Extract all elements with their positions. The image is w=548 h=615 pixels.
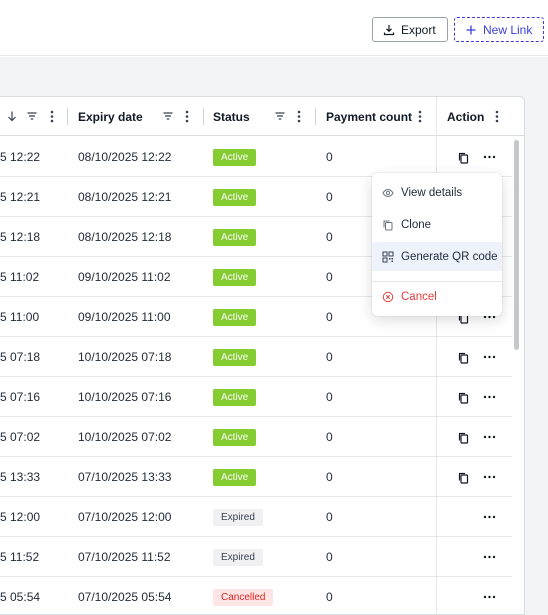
column-menu-icon[interactable] (294, 109, 304, 123)
menu-item-clone[interactable]: Clone (372, 210, 502, 239)
expiry-date-cell: 10/10/2025 07:16 (78, 390, 172, 404)
expiry-date-cell: 08/10/2025 12:22 (78, 150, 172, 164)
column-header-action: Action (447, 109, 485, 124)
status-badge: Active (213, 389, 257, 406)
payment-count-cell: 0 (326, 310, 333, 324)
more-actions-icon[interactable] (482, 471, 496, 483)
export-button[interactable]: Export (372, 17, 448, 42)
menu-item-label: Generate QR code (401, 250, 498, 263)
more-actions-icon[interactable] (482, 431, 496, 443)
sort-descending-icon[interactable] (6, 110, 18, 122)
status-badge: Active (213, 469, 257, 486)
more-actions-icon[interactable] (482, 391, 496, 403)
page-header: Export New Link (0, 0, 548, 56)
column-divider (203, 108, 204, 125)
filter-icon[interactable] (162, 110, 174, 122)
new-link-button[interactable]: New Link (454, 17, 544, 42)
expiry-date-cell: 07/10/2025 13:33 (78, 470, 172, 484)
cancel-circle-icon (382, 291, 394, 302)
plus-icon (466, 25, 476, 34)
expiry-date-cell: 10/10/2025 07:02 (78, 430, 172, 444)
column-menu-icon[interactable] (415, 109, 425, 123)
copy-icon[interactable] (457, 151, 469, 164)
created-date-cell: 5 11:52 (0, 550, 40, 564)
more-actions-icon[interactable] (482, 591, 496, 603)
table-header: Expiry date Status Payment count Action (0, 97, 524, 136)
status-badge: Active (213, 309, 257, 326)
qr-code-icon (382, 251, 394, 262)
copy-icon[interactable] (457, 391, 469, 404)
column-header-expiry-date[interactable]: Expiry date (78, 97, 143, 136)
column-divider (315, 108, 316, 125)
created-date-cell: 5 11:02 (0, 270, 40, 284)
row-actions-menu: View details Clone Generate QR code Canc… (372, 173, 502, 316)
created-date-cell: 5 13:33 (0, 470, 41, 484)
new-link-label: New Link (483, 22, 533, 37)
created-date-cell: 5 12:18 (0, 230, 41, 244)
column-menu-icon[interactable] (182, 109, 192, 123)
created-date-cell: 5 12:00 (0, 510, 41, 524)
more-actions-icon[interactable] (482, 511, 496, 523)
menu-item-label: Cancel (401, 290, 437, 303)
status-badge: Active (213, 229, 257, 246)
created-date-cell: 5 11:00 (0, 310, 40, 324)
created-date-cell: 5 12:21 (0, 190, 41, 204)
more-actions-icon[interactable] (482, 351, 496, 363)
menu-item-label: Clone (401, 218, 432, 231)
filter-icon[interactable] (26, 110, 38, 122)
vertical-scrollbar[interactable] (514, 140, 519, 350)
eye-icon (382, 188, 394, 197)
status-badge: Active (213, 429, 257, 446)
menu-item-label: View details (401, 186, 463, 199)
download-icon (383, 24, 395, 35)
menu-item-view-details[interactable]: View details (372, 178, 502, 207)
status-badge: Cancelled (213, 589, 274, 606)
more-actions-icon[interactable] (482, 151, 496, 163)
status-badge: Active (213, 149, 257, 166)
expiry-date-cell: 07/10/2025 12:00 (78, 510, 172, 524)
payment-count-cell: 0 (326, 350, 333, 364)
more-actions-icon[interactable] (482, 551, 496, 563)
status-badge: Active (213, 269, 257, 286)
column-divider (67, 108, 68, 125)
expiry-date-cell: 09/10/2025 11:00 (78, 310, 171, 324)
status-badge: Active (213, 189, 257, 206)
copy-icon[interactable] (457, 431, 469, 444)
created-date-cell: 5 07:02 (0, 430, 41, 444)
copy-icon[interactable] (457, 471, 469, 484)
payment-count-cell: 0 (326, 470, 333, 484)
menu-item-cancel[interactable]: Cancel (372, 282, 502, 311)
copy-icon (383, 220, 393, 230)
expiry-date-cell: 09/10/2025 11:02 (78, 270, 171, 284)
payment-count-cell: 0 (326, 150, 333, 164)
created-date-cell: 5 07:18 (0, 350, 41, 364)
created-date-cell: 5 07:16 (0, 390, 41, 404)
payment-count-cell: 0 (326, 390, 333, 404)
column-menu-icon[interactable] (492, 109, 502, 123)
column-header-payment-count[interactable]: Payment count (326, 97, 412, 136)
status-badge: Expired (213, 549, 263, 566)
column-menu-icon[interactable] (47, 109, 57, 123)
payment-count-cell: 0 (326, 430, 333, 444)
expiry-date-cell: 10/10/2025 07:18 (78, 350, 172, 364)
payment-count-cell: 0 (326, 510, 333, 524)
column-header-status[interactable]: Status (213, 97, 250, 136)
status-badge: Expired (213, 509, 263, 526)
status-badge: Active (213, 349, 257, 366)
expiry-date-cell: 07/10/2025 11:52 (78, 550, 171, 564)
menu-item-generate-qr-code[interactable]: Generate QR code (372, 242, 502, 271)
payment-count-cell: 0 (326, 230, 333, 244)
export-label: Export (401, 22, 436, 37)
created-date-cell: 5 12:22 (0, 150, 41, 164)
expiry-date-cell: 08/10/2025 12:21 (78, 190, 172, 204)
payment-count-cell: 0 (326, 550, 333, 564)
expiry-date-cell: 08/10/2025 12:18 (78, 230, 172, 244)
payment-count-cell: 0 (326, 190, 333, 204)
payment-count-cell: 0 (326, 590, 333, 604)
expiry-date-cell: 07/10/2025 05:54 (78, 590, 172, 604)
filter-icon[interactable] (274, 110, 286, 122)
copy-icon[interactable] (457, 351, 469, 364)
payment-count-cell: 0 (326, 270, 333, 284)
created-date-cell: 5 05:54 (0, 590, 41, 604)
